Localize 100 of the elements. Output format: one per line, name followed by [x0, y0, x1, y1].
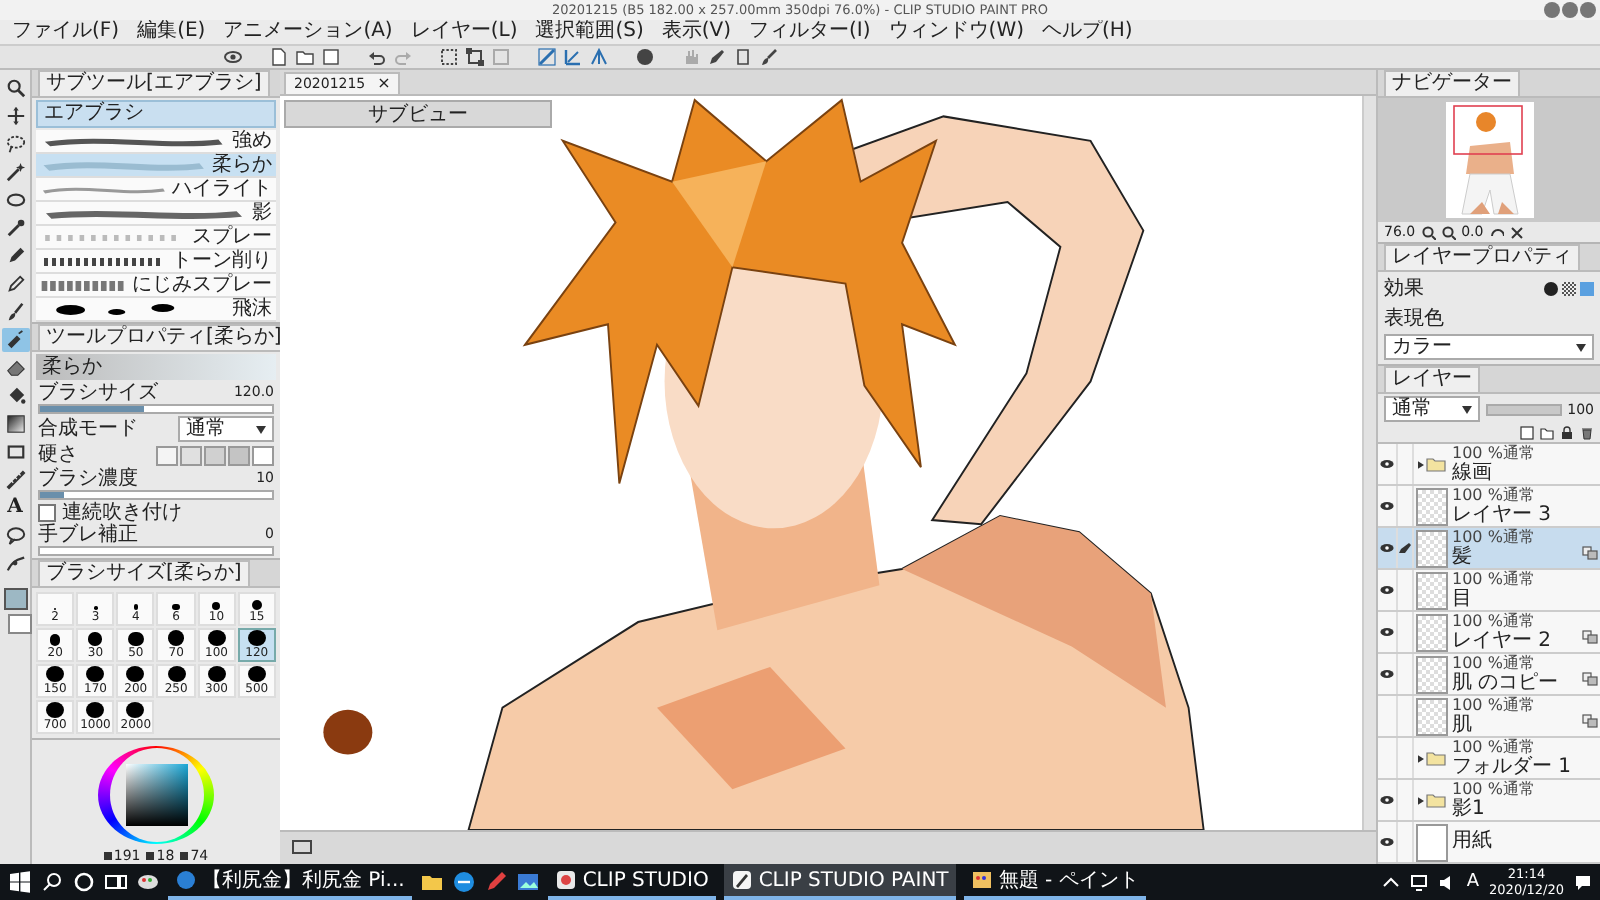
eye-icon[interactable]: [1380, 668, 1394, 680]
layer-row[interactable]: 100 %通常 影1: [1378, 780, 1600, 822]
subtool-item[interactable]: スプレー: [36, 226, 276, 250]
expression-color-dropdown[interactable]: カラー: [1384, 334, 1594, 360]
folder-icon[interactable]: [420, 870, 445, 894]
transform-icon[interactable]: [466, 48, 484, 66]
task-view-icon[interactable]: [104, 870, 128, 894]
tool-button[interactable]: [1, 132, 29, 156]
hardness-swatch[interactable]: [228, 445, 250, 465]
panel-tab[interactable]: サブツール[エアブラシ]: [38, 70, 270, 96]
subtool-item[interactable]: ハイライト: [36, 178, 276, 202]
eye-icon[interactable]: [1380, 794, 1394, 806]
menu-item[interactable]: レイヤー(L): [410, 20, 518, 44]
sub-color-swatch[interactable]: [7, 614, 31, 634]
lock-icon[interactable]: [1560, 426, 1574, 440]
subtool-item[interactable]: 強め: [36, 130, 276, 154]
subtool-group[interactable]: エアブラシ: [36, 100, 276, 128]
layer-row[interactable]: 100 %通常 肌 のコピー: [1378, 654, 1600, 696]
layer-row[interactable]: 100 %通常 目: [1378, 570, 1600, 612]
tool-button[interactable]: [1, 552, 29, 576]
menu-item[interactable]: 選択範囲(S): [535, 20, 644, 44]
blend-mode-dropdown[interactable]: 通常: [1384, 396, 1480, 422]
panel-tab[interactable]: レイヤー: [1384, 366, 1480, 392]
close-button[interactable]: [1580, 2, 1596, 18]
dashed-square-icon[interactable]: [440, 48, 458, 66]
blend-mode-dropdown[interactable]: 通常: [178, 416, 274, 442]
taskbar-app-button[interactable]: 【利尻金】利尻金 Pi...: [168, 864, 413, 900]
search-icon[interactable]: [40, 870, 64, 894]
menu-item[interactable]: フィルター(I): [749, 20, 871, 44]
eye-icon[interactable]: [1380, 542, 1394, 554]
eye-icon[interactable]: [224, 48, 242, 66]
expand-triangle-icon[interactable]: [1417, 459, 1423, 469]
eye-icon[interactable]: [1380, 584, 1394, 596]
brush-icon[interactable]: [760, 48, 778, 66]
network-icon[interactable]: [1410, 873, 1429, 891]
chevron-up-icon[interactable]: [1382, 873, 1401, 891]
menu-item[interactable]: 表示(V): [661, 20, 732, 44]
palette-icon[interactable]: [136, 870, 160, 894]
zoom-in-icon[interactable]: [1421, 225, 1436, 239]
saturation-square[interactable]: [125, 764, 187, 826]
text-tool[interactable]: A: [1, 496, 29, 520]
subtool-item[interactable]: 飛沫: [36, 298, 276, 322]
slider-track[interactable]: [38, 490, 274, 500]
save-icon[interactable]: [322, 48, 340, 66]
eye-icon[interactable]: [1380, 626, 1394, 638]
hardness-swatch[interactable]: [180, 445, 202, 465]
new-layer-icon[interactable]: [1520, 426, 1534, 440]
circle-icon[interactable]: [72, 870, 96, 894]
minimize-button[interactable]: [1544, 2, 1560, 18]
undo-icon[interactable]: [368, 48, 386, 66]
layer-row[interactable]: 100 %通常 レイヤー 3: [1378, 486, 1600, 528]
picture-icon[interactable]: [516, 870, 541, 894]
page-icon[interactable]: [734, 48, 752, 66]
grid-snap-icon[interactable]: [564, 48, 582, 66]
subtool-item[interactable]: 影: [36, 202, 276, 226]
tone-effect-icon[interactable]: [1562, 281, 1576, 295]
eye-icon[interactable]: [1380, 458, 1394, 470]
eye-icon[interactable]: [1380, 500, 1394, 512]
subtool-item[interactable]: トーン削り: [36, 250, 276, 274]
flip-icon[interactable]: [1509, 225, 1524, 239]
border-effect-icon[interactable]: [1544, 281, 1558, 295]
taskbar-app-button[interactable]: CLIP STUDIO PAINT: [724, 864, 957, 900]
hardness-swatch[interactable]: [204, 445, 226, 465]
slider-track[interactable]: [38, 404, 274, 414]
layer-row[interactable]: 100 %通常 線画: [1378, 444, 1600, 486]
menu-item[interactable]: ファイル(F): [12, 20, 120, 44]
hardness-swatch[interactable]: [252, 445, 274, 465]
maximize-button[interactable]: [1562, 2, 1578, 18]
rotate-icon[interactable]: [1489, 225, 1504, 239]
tool-button[interactable]: [1, 356, 29, 380]
tool-button[interactable]: [1, 412, 29, 436]
layer-row[interactable]: 100 %通常 肌: [1378, 696, 1600, 738]
taskbar-app-button[interactable]: 無題 - ペイント: [964, 864, 1147, 900]
pen-icon[interactable]: [484, 870, 509, 894]
menu-item[interactable]: 編集(E): [137, 20, 206, 44]
subtool-item[interactable]: にじみスプレー: [36, 274, 276, 298]
trash-icon[interactable]: [1580, 426, 1594, 440]
windows-start-icon[interactable]: [8, 870, 32, 894]
tool-button[interactable]: [1, 160, 29, 184]
panel-tab[interactable]: レイヤープロパティ: [1384, 244, 1580, 270]
checkbox[interactable]: [38, 504, 56, 522]
layer-row[interactable]: 用紙: [1378, 822, 1600, 864]
sub-view-titlebar[interactable]: サブビュー: [284, 100, 552, 128]
zoom-out-icon[interactable]: [1441, 225, 1456, 239]
tool-button[interactable]: [1, 328, 29, 352]
layer-color-icon[interactable]: [1580, 281, 1594, 295]
navigator-thumbnail-drawing[interactable]: [1445, 102, 1533, 218]
expand-triangle-icon[interactable]: [1417, 753, 1423, 763]
folder-icon[interactable]: [1540, 426, 1554, 440]
close-tab-button[interactable]: ×: [377, 74, 391, 94]
ime-indicator[interactable]: A: [1466, 872, 1480, 892]
menu-item[interactable]: ヘルプ(H): [1042, 20, 1133, 44]
panel-tab[interactable]: ツールプロパティ[柔らか]: [38, 324, 280, 350]
menu-item[interactable]: アニメーション(A): [223, 20, 393, 44]
hardness-swatch[interactable]: [156, 445, 178, 465]
menu-item[interactable]: ウィンドウ(W): [888, 20, 1024, 44]
subtool-item[interactable]: 柔らか: [36, 154, 276, 178]
tool-button[interactable]: [1, 188, 29, 212]
eye-icon[interactable]: [1380, 836, 1394, 848]
layer-row[interactable]: 100 %通常 髪: [1378, 528, 1600, 570]
